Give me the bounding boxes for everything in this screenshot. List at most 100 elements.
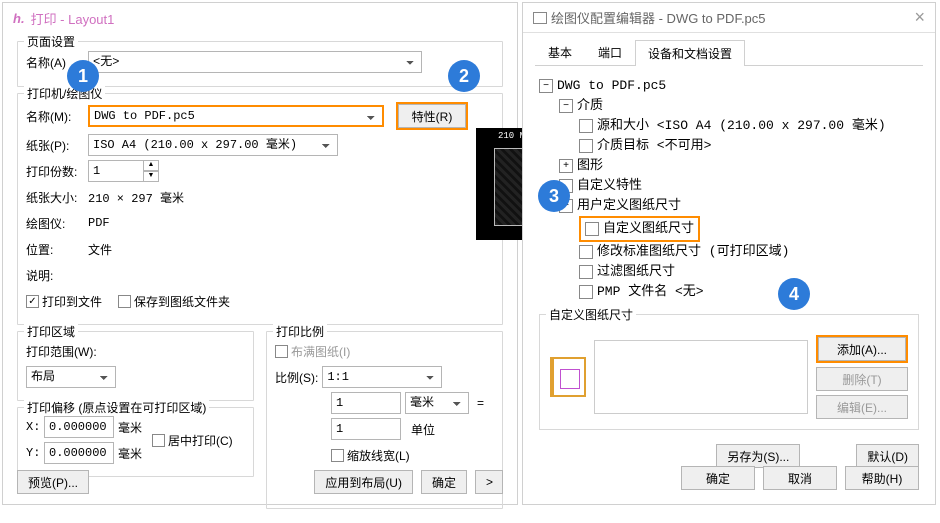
- scale-lineweight-checkbox[interactable]: 缩放线宽(L): [331, 447, 410, 464]
- badge-1: 1: [67, 60, 99, 92]
- x-input[interactable]: [44, 416, 114, 438]
- doc-icon: [579, 245, 593, 259]
- tab-port[interactable]: 端口: [585, 39, 635, 65]
- tree-root[interactable]: −DWG to PDF.pc5: [539, 76, 919, 96]
- printer-name-select[interactable]: DWG to PDF.pc5: [90, 107, 382, 125]
- tree-custom-props[interactable]: 自定义特性: [539, 176, 919, 196]
- papersize-value: 210 × 297 毫米: [88, 189, 184, 206]
- add-button[interactable]: 添加(A)...: [818, 337, 906, 361]
- tree-graphics[interactable]: +图形: [539, 156, 919, 176]
- tree-pmp[interactable]: PMP 文件名 <无>: [539, 282, 919, 302]
- scale-num-input[interactable]: [331, 392, 401, 414]
- copies-input[interactable]: [88, 160, 144, 182]
- window-title: 打印 - Layout1: [31, 9, 115, 28]
- printer-name-highlight: DWG to PDF.pc5: [88, 105, 384, 127]
- scale-legend: 打印比例: [273, 323, 327, 340]
- expand-button[interactable]: >: [475, 470, 503, 494]
- plotter-value: PDF: [88, 216, 110, 230]
- help-button[interactable]: 帮助(H): [845, 466, 919, 490]
- doc-icon: [585, 222, 599, 236]
- x-label: X:: [26, 420, 40, 434]
- print-to-file-label: 打印到文件: [42, 293, 102, 310]
- properties-highlight: 特性(R): [396, 102, 468, 130]
- paper-select[interactable]: ISO A4 (210.00 x 297.00 毫米): [88, 134, 338, 156]
- range-label: 打印范围(W):: [26, 343, 97, 360]
- scale-lineweight-label: 缩放线宽(L): [347, 447, 410, 464]
- tree-filter[interactable]: 过滤图纸尺寸: [539, 262, 919, 282]
- equals-sign: =: [477, 396, 484, 410]
- center-checkbox[interactable]: 居中打印(C): [152, 432, 233, 449]
- apply-layout-button[interactable]: 应用到布局(U): [314, 470, 413, 494]
- fill-checkbox: 布满图纸(I): [275, 343, 350, 360]
- default-button[interactable]: 默认(D): [856, 444, 919, 468]
- range-select[interactable]: 布局: [26, 366, 116, 388]
- ratio-select[interactable]: 1:1: [322, 366, 442, 388]
- tabs: 基本 端口 设备和文档设置: [535, 39, 923, 66]
- tree-media[interactable]: −介质: [539, 96, 919, 116]
- custom-size-list[interactable]: [594, 340, 808, 414]
- scale-den-input[interactable]: [331, 418, 401, 440]
- offset-legend: 打印偏移 (原点设置在可打印区域): [24, 399, 209, 416]
- print-area-group: 打印区域 打印范围(W): 布局: [17, 331, 254, 401]
- pos-label: 位置:: [26, 241, 84, 258]
- badge-3: 3: [538, 180, 570, 212]
- pos-value: 文件: [88, 241, 112, 258]
- doc-icon: [579, 285, 593, 299]
- badge-4: 4: [778, 278, 810, 310]
- settings-tree: −DWG to PDF.pc5 −介质 源和大小 <ISO A4 (210.00…: [523, 66, 935, 306]
- save-to-folder-checkbox[interactable]: 保存到图纸文件夹: [118, 293, 230, 310]
- tree-media-src[interactable]: 源和大小 <ISO A4 (210.00 x 297.00 毫米): [539, 116, 919, 136]
- copies-label: 打印份数:: [26, 163, 84, 180]
- ok-button[interactable]: 确定: [681, 466, 755, 490]
- print-area-legend: 打印区域: [24, 323, 78, 340]
- badge-2: 2: [448, 60, 480, 92]
- copies-spinner[interactable]: ▲▼: [88, 160, 159, 182]
- delete-button: 删除(T): [816, 367, 908, 391]
- saveas-button[interactable]: 另存为(S)...: [716, 444, 800, 468]
- printer-group: 打印机/绘图仪 名称(M): DWG to PDF.pc5 特性(R) 纸张(P…: [17, 93, 503, 325]
- offset-group: 打印偏移 (原点设置在可打印区域) X:毫米 Y:毫米 居中打印(C): [17, 407, 254, 477]
- x-unit: 毫米: [118, 419, 142, 436]
- cancel-button[interactable]: 取消: [763, 466, 837, 490]
- add-highlight: 添加(A)...: [816, 335, 908, 363]
- center-label: 居中打印(C): [168, 432, 233, 449]
- custom-size-group: 自定义图纸尺寸 添加(A)... 删除(T) 编辑(E)...: [539, 314, 919, 430]
- expand-icon[interactable]: +: [559, 159, 573, 173]
- printer-icon: [533, 12, 547, 24]
- bottom-bar: 预览(P)... 应用到布局(U) 确定 >: [17, 470, 503, 494]
- fill-label: 布满图纸(I): [291, 343, 350, 360]
- preview-button[interactable]: 预览(P)...: [17, 470, 89, 494]
- doc-icon: [579, 265, 593, 279]
- document-icon: [550, 357, 586, 397]
- page-name-select[interactable]: <无>: [88, 51, 422, 73]
- titlebar: 绘图仪配置编辑器 - DWG to PDF.pc5 ×: [523, 3, 935, 33]
- desc-label: 说明:: [26, 267, 84, 284]
- scale-num-unit[interactable]: 毫米: [405, 392, 469, 414]
- properties-button[interactable]: 特性(R): [398, 104, 466, 128]
- print-to-file-checkbox[interactable]: ✓打印到文件: [26, 293, 102, 310]
- y-unit: 毫米: [118, 445, 142, 462]
- collapse-icon[interactable]: −: [559, 99, 573, 113]
- doc-icon: [579, 139, 593, 153]
- paper-label: 纸张(P):: [26, 137, 84, 154]
- y-label: Y:: [26, 446, 40, 460]
- collapse-icon[interactable]: −: [539, 79, 553, 93]
- close-icon[interactable]: ×: [914, 7, 925, 28]
- bottom-bar: 确定 取消 帮助(H): [665, 466, 935, 490]
- y-input[interactable]: [44, 442, 114, 464]
- tab-basic[interactable]: 基本: [535, 39, 585, 65]
- spin-up-icon[interactable]: ▲: [143, 160, 159, 171]
- tab-device-doc[interactable]: 设备和文档设置: [635, 40, 745, 66]
- ok-button[interactable]: 确定: [421, 470, 467, 494]
- scale-den-unit: 单位: [411, 421, 435, 438]
- plotter-label: 绘图仪:: [26, 215, 84, 232]
- tree-custom-size[interactable]: 自定义图纸尺寸: [539, 216, 919, 242]
- page-settings-legend: 页面设置: [24, 33, 78, 50]
- tree-modify-std[interactable]: 修改标准图纸尺寸 (可打印区域): [539, 242, 919, 262]
- save-to-folder-label: 保存到图纸文件夹: [134, 293, 230, 310]
- tree-media-tgt[interactable]: 介质目标 <不可用>: [539, 136, 919, 156]
- tree-userdef[interactable]: −用户定义图纸尺寸: [539, 196, 919, 216]
- spin-down-icon[interactable]: ▼: [143, 171, 159, 182]
- papersize-label: 纸张大小:: [26, 189, 84, 206]
- custom-size-legend: 自定义图纸尺寸: [546, 306, 636, 323]
